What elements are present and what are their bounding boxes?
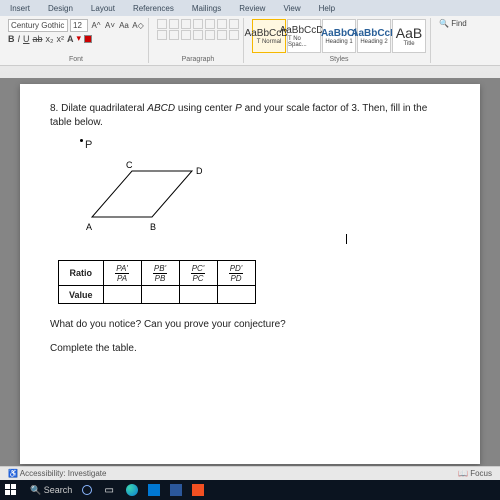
style-heading2[interactable]: AaBbCcE Heading 2 bbox=[357, 19, 391, 53]
dot-icon bbox=[80, 139, 83, 142]
italic-button[interactable]: I bbox=[18, 34, 21, 44]
task-view-icon[interactable]: ▭ bbox=[102, 483, 116, 497]
tab-design[interactable]: Design bbox=[42, 2, 79, 15]
value-cell[interactable] bbox=[179, 286, 217, 304]
value-cell[interactable] bbox=[103, 286, 141, 304]
sort-button[interactable] bbox=[217, 19, 227, 29]
tab-mailings[interactable]: Mailings bbox=[186, 2, 227, 15]
clear-format-button[interactable]: A◇ bbox=[132, 21, 144, 30]
indent-button[interactable] bbox=[205, 19, 215, 29]
numbering-button[interactable] bbox=[169, 19, 179, 29]
bullets-button[interactable] bbox=[157, 19, 167, 29]
taskbar-search[interactable]: 🔍 Search bbox=[30, 485, 72, 496]
style-title[interactable]: AaB Title bbox=[392, 19, 426, 53]
vertex-a-label: A bbox=[86, 222, 92, 232]
tab-help[interactable]: Help bbox=[313, 2, 341, 15]
vertex-c-label: C bbox=[126, 160, 133, 170]
multilevel-button[interactable] bbox=[181, 19, 191, 29]
align-center-button[interactable] bbox=[169, 30, 179, 40]
show-marks-button[interactable] bbox=[229, 19, 239, 29]
group-font-label: Font bbox=[8, 56, 144, 63]
table-row: Ratio PA'PA PB'PB PC'PC PD'PD bbox=[59, 261, 256, 286]
problem-text: 8. Dilate quadrilateral ABCD using cente… bbox=[50, 102, 450, 129]
group-paragraph-label: Paragraph bbox=[157, 56, 239, 63]
word-icon[interactable] bbox=[170, 484, 182, 496]
document-page[interactable]: 8. Dilate quadrilateral ABCD using cente… bbox=[20, 84, 480, 464]
focus-status[interactable]: 📖 Focus bbox=[458, 469, 492, 478]
align-left-button[interactable] bbox=[157, 30, 167, 40]
find-button[interactable]: 🔍 Find bbox=[439, 19, 467, 28]
ratio-cell-pb: PB'PB bbox=[141, 261, 179, 286]
align-justify-button[interactable] bbox=[193, 30, 203, 40]
borders-button[interactable] bbox=[229, 30, 239, 40]
ratio-cell-pd: PD'PD bbox=[217, 261, 255, 286]
tab-insert[interactable]: Insert bbox=[4, 2, 36, 15]
vertex-d-label: D bbox=[196, 166, 203, 176]
style-sample: AaBbCcE bbox=[351, 28, 397, 39]
accessibility-status[interactable]: ♿ Accessibility: Investigate bbox=[8, 469, 106, 478]
windows-taskbar: 🔍 Search ▭ bbox=[0, 480, 500, 500]
tab-layout[interactable]: Layout bbox=[85, 2, 121, 15]
style-name: T No Spac... bbox=[288, 36, 320, 48]
shading-button[interactable] bbox=[217, 30, 227, 40]
tab-review[interactable]: Review bbox=[233, 2, 271, 15]
group-paragraph: Paragraph bbox=[153, 18, 244, 63]
start-button[interactable] bbox=[4, 483, 18, 497]
subscript-button[interactable]: x₂ bbox=[46, 34, 54, 44]
group-font: Century Gothic 12 A^ A˅ Aa A◇ B I U ab x… bbox=[4, 18, 149, 63]
group-styles: AaBbCcDc T Normal AaBbCcDc T No Spac... … bbox=[248, 18, 431, 63]
grow-font-button[interactable]: A^ bbox=[90, 21, 102, 30]
ribbon: Insert Design Layout References Mailings… bbox=[0, 0, 500, 78]
style-no-spacing[interactable]: AaBbCcDc T No Spac... bbox=[287, 19, 321, 53]
cortana-icon[interactable] bbox=[82, 485, 92, 495]
style-name: T Normal bbox=[257, 39, 282, 45]
text-cursor bbox=[346, 234, 347, 244]
ribbon-tabs: Insert Design Layout References Mailings… bbox=[0, 0, 500, 16]
align-right-button[interactable] bbox=[181, 30, 191, 40]
center-point-p: P bbox=[80, 139, 450, 151]
ribbon-body: Century Gothic 12 A^ A˅ Aa A◇ B I U ab x… bbox=[0, 16, 500, 66]
font-size-select[interactable]: 12 bbox=[70, 19, 88, 32]
ratio-cell-pa: PA'PA bbox=[103, 261, 141, 286]
value-header: Value bbox=[59, 286, 104, 304]
style-sample: AaB bbox=[396, 25, 422, 41]
ratio-table: Ratio PA'PA PB'PB PC'PC PD'PD Value bbox=[58, 260, 256, 304]
mail-icon[interactable] bbox=[148, 484, 160, 496]
windows-icon bbox=[5, 484, 17, 496]
document-area: 8. Dilate quadrilateral ABCD using cente… bbox=[0, 78, 500, 470]
font-name-select[interactable]: Century Gothic bbox=[8, 19, 68, 32]
group-styles-label: Styles bbox=[252, 56, 426, 63]
outdent-button[interactable] bbox=[193, 19, 203, 29]
bold-button[interactable]: B bbox=[8, 34, 15, 44]
strike-button[interactable]: ab bbox=[33, 34, 43, 44]
quadrilateral-figure: A B C D bbox=[72, 157, 222, 237]
line-spacing-button[interactable] bbox=[205, 30, 215, 40]
edge-icon[interactable] bbox=[126, 484, 138, 496]
app-icon[interactable] bbox=[192, 484, 204, 496]
font-color-button[interactable] bbox=[84, 35, 92, 43]
value-cell[interactable] bbox=[217, 286, 255, 304]
tab-view[interactable]: View bbox=[277, 2, 306, 15]
ratio-cell-pc: PC'PC bbox=[179, 261, 217, 286]
table-row: Value bbox=[59, 286, 256, 304]
style-name: Heading 1 bbox=[325, 39, 352, 45]
superscript-button[interactable]: x² bbox=[57, 34, 65, 44]
underline-button[interactable]: U bbox=[23, 34, 30, 44]
question-notice: What do you notice? Can you prove your c… bbox=[50, 318, 450, 332]
question-complete: Complete the table. bbox=[50, 342, 450, 356]
tab-references[interactable]: References bbox=[127, 2, 180, 15]
ratio-header: Ratio bbox=[59, 261, 104, 286]
vertex-b-label: B bbox=[150, 222, 156, 232]
group-editing: 🔍 Find bbox=[435, 18, 471, 63]
shrink-font-button[interactable]: A˅ bbox=[104, 21, 116, 30]
status-bar: ♿ Accessibility: Investigate 📖 Focus bbox=[0, 466, 500, 480]
value-cell[interactable] bbox=[141, 286, 179, 304]
style-name: Title bbox=[403, 41, 414, 47]
style-name: Heading 2 bbox=[360, 39, 387, 45]
change-case-button[interactable]: Aa bbox=[118, 21, 130, 30]
